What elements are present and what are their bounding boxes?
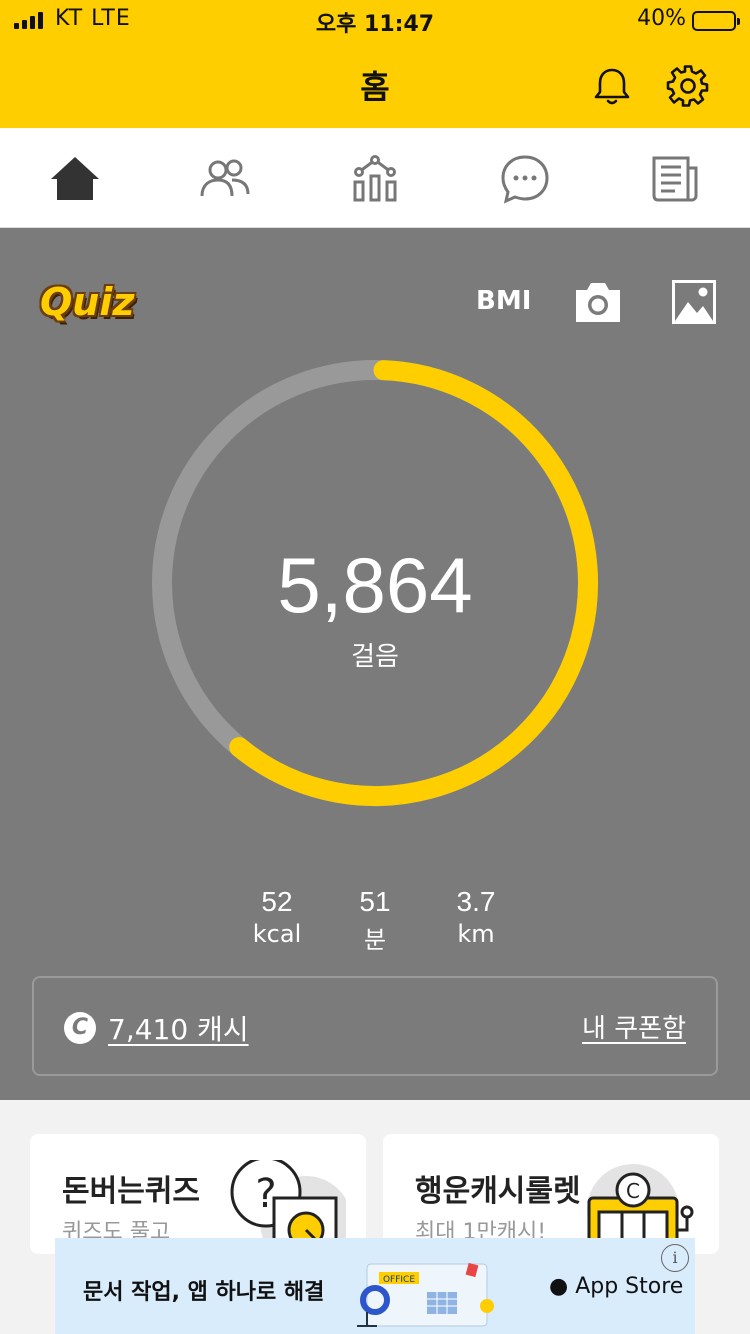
app-store-badge[interactable]: ● App Store [549,1274,683,1299]
friends-icon[interactable] [198,152,252,206]
home-icon[interactable] [48,152,102,206]
news-icon[interactable] [648,152,702,206]
cash-balance-link[interactable]: 7,410 캐시 [108,1008,249,1048]
step-count: 5,864 [277,541,473,629]
gallery-icon[interactable] [670,278,718,326]
step-dashboard: Quiz BMI 5,864 걸음 52 kcal 51 분 3.7 km C … [0,228,750,1100]
ad-banner[interactable]: 문서 작업, 앱 하나로 해결 OFFICE ● App Store i [55,1238,695,1334]
card-title: 돈버는퀴즈 [62,1174,200,1209]
battery-icon [692,11,740,31]
apple-icon: ● [549,1274,569,1299]
calories-unit: kcal [252,920,302,948]
svg-text:C: C [626,1179,640,1203]
bell-icon[interactable] [590,64,634,108]
distance-unit: km [457,920,495,948]
office-label: OFFICE [383,1275,415,1285]
minutes-value: 51 [359,886,391,917]
stats-icon[interactable] [348,152,402,206]
cash-coin-icon: C [64,1012,96,1044]
calories-stat: 52 kcal [227,886,327,948]
status-bar: KT LTE 오후 11:47 40% [0,0,750,40]
calories-value: 52 [261,886,293,917]
ad-headline: 문서 작업, 앱 하나로 해결 [83,1280,325,1305]
camera-icon[interactable] [572,280,624,324]
app-store-label: App Store [575,1274,684,1299]
page-title: 홈 [360,68,390,106]
bmi-button[interactable]: BMI [476,286,531,316]
minutes-unit: 분 [363,926,387,954]
cash-panel: C 7,410 캐시 내 쿠폰함 [32,976,718,1076]
office-illustration: OFFICE [357,1262,494,1327]
minutes-stat: 51 분 [325,886,425,955]
step-unit: 걸음 [351,642,399,672]
battery-percent: 40% [637,6,686,31]
money-quiz-card[interactable]: 돈버는퀴즈 퀴즈도 풀고 ? [30,1134,366,1254]
ad-info-icon[interactable]: i [661,1244,689,1272]
tab-bar [0,128,750,228]
quiz-logo[interactable]: Quiz [40,280,135,324]
chat-icon[interactable] [498,152,552,206]
distance-value: 3.7 [456,886,496,917]
app-header: KT LTE 오후 11:47 40% 홈 [0,0,750,128]
lucky-roulette-card[interactable]: 행운캐시룰렛 최대 1만캐시! C [383,1134,719,1254]
my-coupons-link[interactable]: 내 쿠폰함 [582,1008,686,1045]
card-title: 행운캐시룰렛 [415,1174,581,1209]
gear-icon[interactable] [666,64,710,108]
distance-stat: 3.7 km [426,886,526,948]
